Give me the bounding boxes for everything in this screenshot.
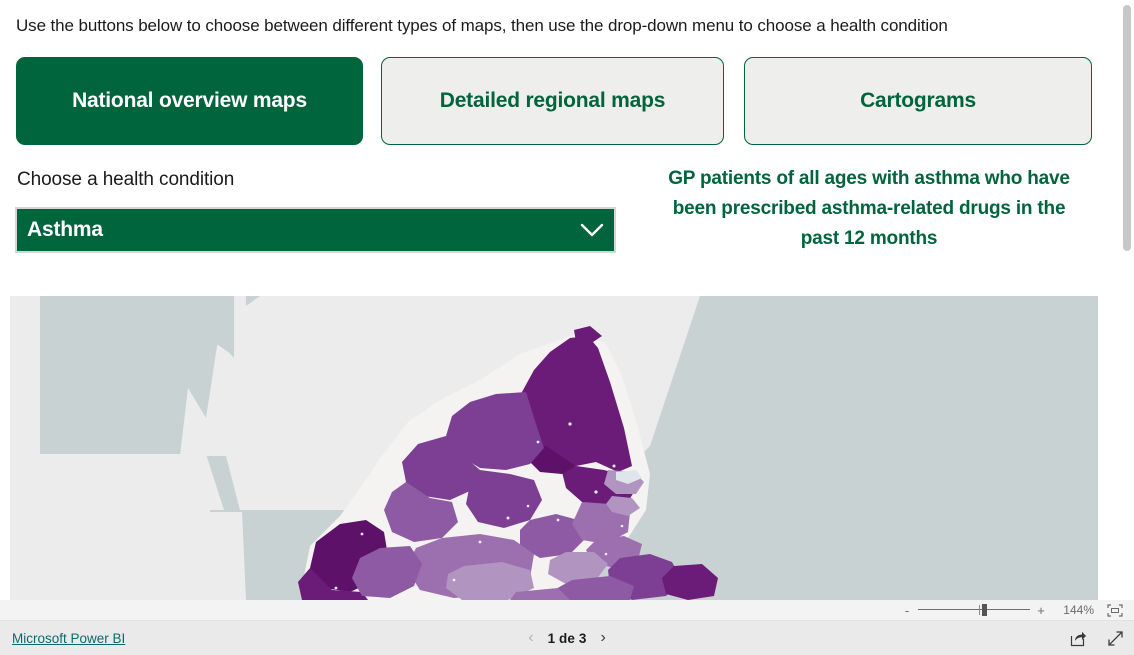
zoom-slider[interactable] [918, 603, 1030, 617]
chevron-left-icon[interactable]: ‹ [528, 630, 533, 646]
health-condition-selected-value: Asthma [27, 218, 103, 241]
chevron-down-icon [570, 222, 614, 238]
report-footer-bar: Microsoft Power BI ‹ 1 de 3 › [0, 621, 1134, 655]
zoom-toolbar: - + 144% [0, 600, 1134, 621]
health-condition-label: Choose a health condition [17, 169, 235, 190]
nav-button-label: National overview maps [72, 89, 307, 112]
microsoft-power-bi-link[interactable]: Microsoft Power BI [12, 631, 125, 646]
zoom-percent-label: 144% [1063, 603, 1094, 617]
power-bi-report-viewer: Use the buttons below to choose between … [0, 0, 1134, 655]
nav-button-national-overview-maps[interactable]: National overview maps [16, 57, 363, 145]
chevron-right-icon[interactable]: › [600, 630, 605, 646]
page-indicator: 1 de 3 [547, 630, 587, 646]
report-title: GP patients of all ages with asthma who … [668, 168, 1070, 249]
zoom-slider-handle[interactable] [982, 604, 987, 616]
health-condition-dropdown[interactable]: Asthma [15, 207, 616, 253]
page-navigation: ‹ 1 de 3 › [0, 630, 1134, 646]
nav-button-label: Cartograms [860, 89, 976, 112]
report-scroll-area[interactable]: Use the buttons below to choose between … [0, 0, 1134, 600]
fullscreen-icon[interactable] [1107, 630, 1124, 647]
zoom-out-button[interactable]: - [900, 603, 914, 618]
instruction-text: Use the buttons below to choose between … [16, 16, 948, 35]
share-icon[interactable] [1070, 630, 1087, 647]
choropleth-map[interactable] [10, 296, 1098, 600]
zoom-in-button[interactable]: + [1034, 603, 1048, 618]
nav-button-label: Detailed regional maps [439, 89, 666, 112]
nav-button-detailed-regional-maps[interactable]: Detailed regional maps [381, 57, 724, 145]
nav-button-cartograms[interactable]: Cartograms [744, 57, 1092, 145]
zoom-slider-rail [918, 609, 1030, 610]
zoom-slider-tick [979, 605, 980, 615]
footer-action-icons [1070, 630, 1124, 647]
fit-to-page-icon[interactable] [1106, 603, 1124, 617]
report-vertical-scrollbar-track[interactable] [1118, 0, 1134, 600]
report-vertical-scrollbar-thumb[interactable] [1123, 5, 1131, 251]
